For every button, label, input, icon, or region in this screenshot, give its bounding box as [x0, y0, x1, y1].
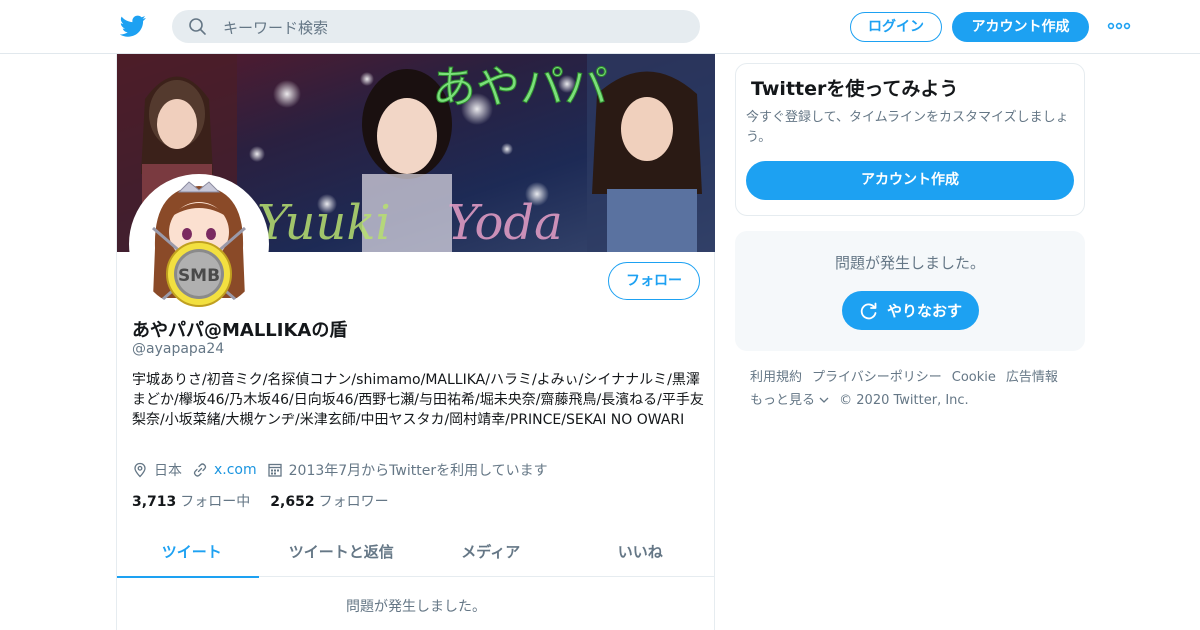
banner-title: あやパパ [432, 62, 608, 113]
footer-link-cookie[interactable]: Cookie [952, 366, 996, 389]
footer-link-privacy[interactable]: プライバシーポリシー [812, 366, 942, 389]
error-card-message: 問題が発生しました。 [834, 254, 985, 272]
banner-script-right: Yoda [447, 195, 563, 251]
following-count: 3,713 [132, 494, 177, 510]
avatar-image: SMB [133, 178, 265, 310]
search-box[interactable]: キーワード検索 [172, 10, 700, 43]
footer-link-ads[interactable]: 広告情報 [1006, 366, 1058, 389]
website-item[interactable]: x.com [192, 462, 257, 478]
twitter-bird-icon[interactable] [120, 13, 146, 39]
profile-tabs: ツイート ツイートと返信 メディア いいね [117, 530, 716, 578]
footer-more-label: もっと見る [750, 393, 816, 408]
location-text: 日本 [154, 463, 182, 479]
calendar-icon [267, 463, 282, 477]
signup-card-title: Twitterを使ってみよう [751, 78, 959, 100]
banner-script-left: Yuuki [257, 195, 391, 251]
chevron-down-icon [819, 397, 829, 403]
following-stat[interactable]: 3,713 フォロー中 [132, 491, 250, 511]
error-card: 問題が発生しました。 やりなおす [735, 231, 1085, 351]
profile-bio: 宇城ありさ/初音ミク/名探偵コナン/shimamo/MALLIKA/ハラミ/よみ… [132, 372, 704, 428]
signup-card-description: 今すぐ登録して、タイムラインをカスタマイズしましょう。 [746, 110, 1069, 145]
profile-meta: 日本 x.com 2013年7月からTwitterを利用しています [132, 460, 558, 480]
follow-button[interactable]: フォロー [608, 262, 700, 300]
joined-text: 2013年7月からTwitterを利用しています [288, 463, 548, 479]
footer-copyright: © 2020 Twitter, Inc. [839, 393, 969, 408]
refresh-icon [860, 302, 877, 319]
avatar-shield-text: SMB [178, 266, 220, 286]
footer-link-terms[interactable]: 利用規約 [750, 366, 802, 389]
signup-button[interactable]: アカウント作成 [952, 12, 1089, 42]
website-link[interactable]: x.com [214, 462, 257, 478]
user-handle[interactable]: @ayapapa24 [132, 341, 224, 357]
display-name[interactable]: あやパパ@MALLIKAの盾 [132, 316, 347, 342]
search-placeholder[interactable]: キーワード検索 [223, 17, 328, 38]
followers-label: フォロワー [318, 494, 389, 510]
followers-count: 2,652 [270, 494, 315, 510]
tab-media[interactable]: メディア [416, 530, 566, 577]
location-item: 日本 [132, 460, 182, 480]
retry-label: やりなおす [886, 302, 962, 320]
login-button[interactable]: ログイン [850, 12, 942, 42]
retry-button[interactable]: やりなおす [842, 291, 979, 330]
timeline-error-message: 問題が発生しました。 [346, 599, 486, 615]
profile-stats: 3,713 フォロー中 2,652 フォロワー [132, 491, 409, 511]
followers-stat[interactable]: 2,652 フォロワー [270, 491, 388, 511]
link-icon [193, 463, 207, 477]
tab-tweets[interactable]: ツイート [117, 530, 267, 578]
joined-item: 2013年7月からTwitterを利用しています [267, 460, 548, 480]
profile-column: あやパパ Yuuki Yoda SMB フォロー あやパパ@MALLIKAの盾 … [116, 54, 715, 630]
tab-likes[interactable]: いいね [566, 530, 716, 577]
footer: 利用規約 プライバシーポリシー Cookie 広告情報 もっと見る © 2020… [750, 366, 1080, 412]
following-label: フォロー中 [180, 494, 251, 510]
footer-more-link[interactable]: もっと見る [750, 389, 829, 412]
more-dots-icon[interactable] [1106, 19, 1132, 33]
signup-card: Twitterを使ってみよう 今すぐ登録して、タイムラインをカスタマイズしましょ… [735, 63, 1085, 216]
signup-card-button[interactable]: アカウント作成 [746, 161, 1074, 200]
tab-tweets-and-replies[interactable]: ツイートと返信 [267, 530, 417, 577]
top-navigation-bar: キーワード検索 ログイン アカウント作成 [0, 0, 1200, 54]
avatar[interactable]: SMB [129, 174, 269, 314]
location-pin-icon [134, 462, 146, 478]
search-icon [189, 18, 206, 35]
